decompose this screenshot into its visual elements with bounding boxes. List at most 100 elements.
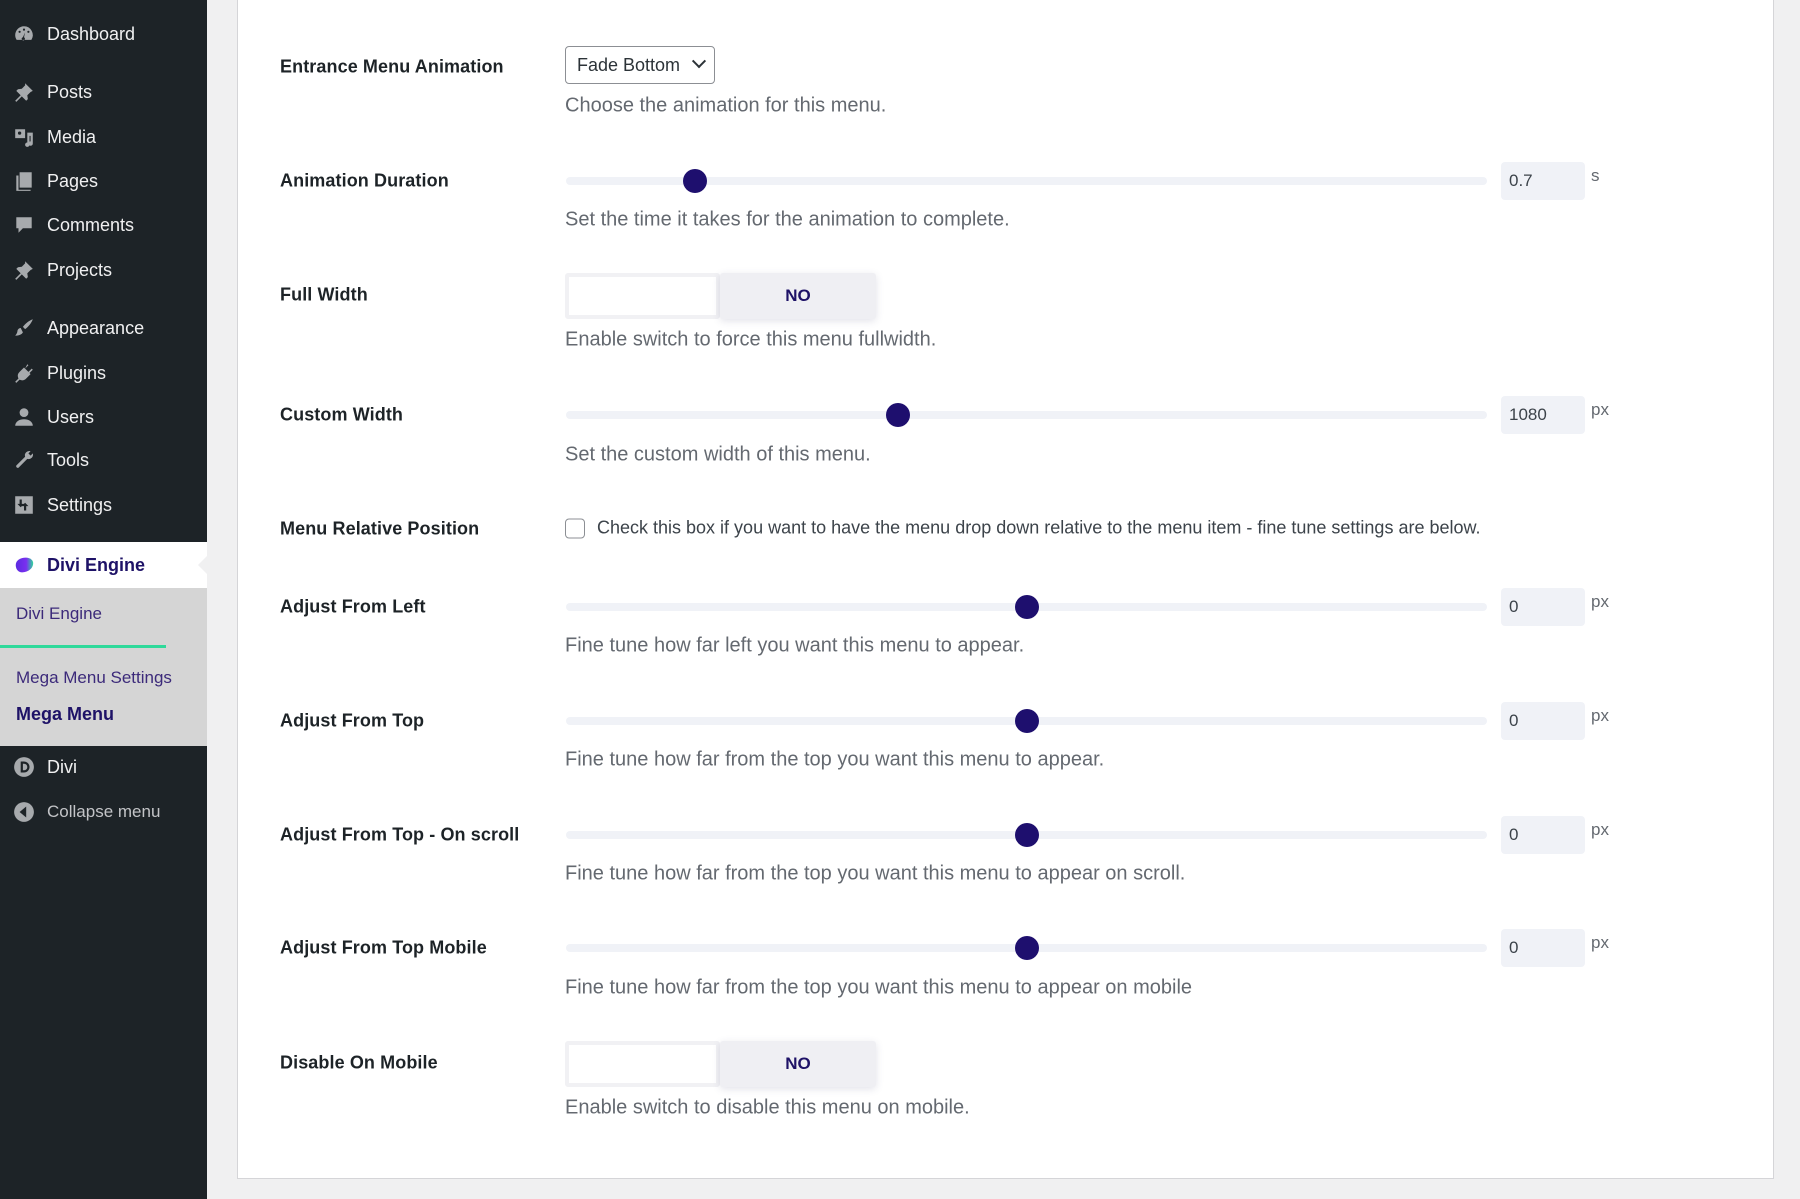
sidebar-item-tools[interactable]: Tools <box>0 442 207 478</box>
slider-thumb[interactable] <box>1014 823 1039 847</box>
adjust-top-mobile-input[interactable] <box>1501 929 1585 967</box>
sidebar-item-label: Projects <box>47 259 113 280</box>
entrance-animation-description: Choose the animation for this menu. <box>565 94 887 117</box>
full-width-description: Enable switch to force this menu fullwid… <box>565 328 937 351</box>
wrench-icon <box>11 449 37 471</box>
pages-icon <box>11 170 37 192</box>
sidebar-item-appearance[interactable]: Appearance <box>0 310 207 346</box>
sidebar-item-media[interactable]: Media <box>0 119 207 155</box>
slider-thumb[interactable] <box>1014 595 1039 619</box>
sidebar-item-label: Plugins <box>47 362 107 383</box>
adjust-top-unit: px <box>1591 706 1609 725</box>
admin-sidebar: Dashboard Posts Media Pages Comments Pro… <box>0 0 207 1199</box>
divi-engine-logo-icon <box>11 554 37 576</box>
sidebar-item-divi[interactable]: Divi <box>0 749 207 785</box>
adjust-top-mobile-slider[interactable] <box>566 936 1487 960</box>
adjust-top-scroll-unit: px <box>1591 820 1609 839</box>
collapse-icon <box>11 801 37 823</box>
adjust-left-slider[interactable] <box>566 595 1487 619</box>
pin-icon <box>11 259 37 281</box>
divi-engine-submenu: Divi Engine Mega Menu Settings Mega Menu <box>0 588 207 746</box>
plug-icon <box>11 362 37 384</box>
adjust-top-scroll-description: Fine tune how far from the top you want … <box>565 862 1186 885</box>
sidebar-item-label: Pages <box>47 170 99 191</box>
slider-thumb[interactable] <box>1014 936 1039 960</box>
adjust-left-description: Fine tune how far left you want this men… <box>565 634 1025 657</box>
sidebar-item-label: Settings <box>47 494 113 515</box>
sidebar-item-label: Divi <box>47 756 77 777</box>
animation-duration-input[interactable] <box>1501 162 1585 200</box>
adjust-top-scroll-label: Adjust From Top - On scroll <box>280 824 520 845</box>
sidebar-item-divi-engine[interactable]: Divi Engine <box>0 542 207 588</box>
custom-width-slider[interactable] <box>566 403 1487 427</box>
adjust-left-input[interactable] <box>1501 588 1585 626</box>
entrance-animation-label: Entrance Menu Animation <box>280 56 504 77</box>
slider-thumb[interactable] <box>885 403 910 427</box>
animation-duration-description: Set the time it takes for the animation … <box>565 208 1010 231</box>
entrance-animation-value: Fade Bottom <box>577 54 681 75</box>
sidebar-item-users[interactable]: Users <box>0 399 207 435</box>
full-width-label: Full Width <box>280 284 368 305</box>
adjust-top-label: Adjust From Top <box>280 710 425 731</box>
sidebar-item-plugins[interactable]: Plugins <box>0 355 207 391</box>
relative-position-label: Menu Relative Position <box>280 518 480 539</box>
sidebar-item-label: Divi Engine <box>47 554 146 575</box>
sidebar-item-posts[interactable]: Posts <box>0 74 207 110</box>
toggle-track <box>565 1041 720 1087</box>
submenu-item-mega-menu-settings[interactable]: Mega Menu Settings <box>16 668 172 688</box>
animation-duration-unit: s <box>1591 166 1600 185</box>
entrance-animation-select[interactable]: Fade Bottom <box>565 46 716 84</box>
sidebar-item-label: Posts <box>47 81 93 102</box>
adjust-top-description: Fine tune how far from the top you want … <box>565 748 1105 771</box>
relative-position-option: Check this box if you want to have the m… <box>565 518 1481 539</box>
animation-duration-slider[interactable] <box>566 169 1487 193</box>
sliders-icon <box>11 494 37 516</box>
slider-thumb[interactable] <box>682 169 707 193</box>
full-width-toggle[interactable]: NO <box>565 273 876 319</box>
adjust-top-scroll-slider[interactable] <box>566 823 1487 847</box>
relative-position-text: Check this box if you want to have the m… <box>597 517 1481 538</box>
divi-icon <box>11 756 37 778</box>
custom-width-unit: px <box>1591 400 1609 419</box>
adjust-top-mobile-description: Fine tune how far from the top you want … <box>565 976 1193 999</box>
collapse-menu-button[interactable]: Collapse menu <box>0 794 207 830</box>
submenu-item-divi-engine[interactable]: Divi Engine <box>16 604 102 624</box>
sidebar-item-label: Comments <box>47 214 135 235</box>
sidebar-item-comments[interactable]: Comments <box>0 207 207 243</box>
toggle-state-label: NO <box>720 273 876 319</box>
pin-icon <box>11 81 37 103</box>
custom-width-input[interactable] <box>1501 396 1585 434</box>
submenu-item-mega-menu[interactable]: Mega Menu <box>16 704 114 725</box>
sidebar-item-settings[interactable]: Settings <box>0 487 207 523</box>
adjust-top-mobile-label: Adjust From Top Mobile <box>280 937 487 958</box>
disable-mobile-toggle[interactable]: NO <box>565 1041 876 1087</box>
adjust-top-scroll-input[interactable] <box>1501 816 1585 854</box>
sidebar-item-dashboard[interactable]: Dashboard <box>0 16 207 52</box>
comment-icon <box>11 214 37 236</box>
toggle-track <box>565 273 720 319</box>
adjust-top-input[interactable] <box>1501 702 1585 740</box>
sidebar-item-label: Media <box>47 126 97 147</box>
sidebar-item-label: Dashboard <box>47 23 136 44</box>
submenu-divider <box>0 645 166 648</box>
mega-menu-settings-panel: Entrance Menu Animation Fade Bottom Choo… <box>237 0 1774 1179</box>
relative-position-checkbox[interactable] <box>565 518 585 538</box>
sidebar-item-label: Appearance <box>47 317 145 338</box>
chevron-down-icon <box>691 54 707 69</box>
custom-width-description: Set the custom width of this menu. <box>565 443 871 466</box>
sidebar-item-projects[interactable]: Projects <box>0 252 207 288</box>
adjust-left-label: Adjust From Left <box>280 596 426 617</box>
disable-mobile-description: Enable switch to disable this menu on mo… <box>565 1096 970 1119</box>
slider-thumb[interactable] <box>1014 709 1039 733</box>
toggle-state-label: NO <box>720 1041 876 1087</box>
adjust-top-mobile-unit: px <box>1591 933 1609 952</box>
sidebar-item-label: Tools <box>47 449 90 470</box>
custom-width-label: Custom Width <box>280 404 404 425</box>
collapse-menu-label: Collapse menu <box>47 802 161 821</box>
disable-mobile-label: Disable On Mobile <box>280 1052 438 1073</box>
animation-duration-label: Animation Duration <box>280 170 449 191</box>
user-icon <box>11 406 37 428</box>
adjust-top-slider[interactable] <box>566 709 1487 733</box>
sidebar-item-pages[interactable]: Pages <box>0 163 207 199</box>
media-icon <box>11 126 37 148</box>
